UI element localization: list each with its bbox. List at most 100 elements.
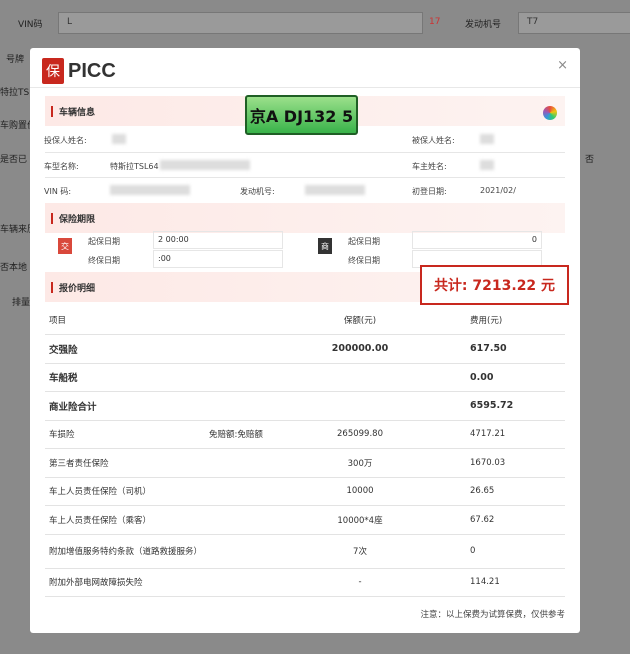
cell-item: 商业险合计 <box>45 391 205 421</box>
cell-item: 车船税 <box>45 363 205 392</box>
commercial-tag: 商 <box>318 238 332 254</box>
section-title: 报价明细 <box>59 283 96 294</box>
redacted <box>110 185 190 195</box>
picc-logo: 保 PICC <box>42 58 116 84</box>
cell-fee: 114.21 <box>425 568 565 597</box>
redacted <box>160 160 250 170</box>
cell-amount: 7次 <box>295 534 425 569</box>
cell-amount: 265099.80 <box>295 420 425 449</box>
cell-item: 车上人员责任保险（司机） <box>45 477 205 506</box>
redacted <box>480 134 494 144</box>
cell-note <box>205 505 295 535</box>
close-icon[interactable]: × <box>557 58 568 73</box>
engine-value: T7 <box>527 17 539 27</box>
cell-amount: 300万 <box>295 448 425 478</box>
model-value: 特斯拉TSL64 <box>110 162 159 171</box>
end-date-label: 终保日期 <box>88 256 120 265</box>
picc-logo-text: PICC <box>68 59 116 82</box>
cell-item: 车上人员责任保险（乘客） <box>45 505 205 535</box>
redacted <box>480 160 494 170</box>
engine-label: 发动机号 <box>465 20 502 30</box>
cell-fee: 4717.21 <box>425 420 565 449</box>
cell-fee: 0 <box>425 534 565 569</box>
redacted <box>305 185 365 195</box>
start-date-label: 起保日期 <box>88 237 120 246</box>
table-row: 附加增值服务特约条款（道路救援服务） 7次 0 <box>45 534 565 569</box>
cell-fee: 26.65 <box>425 477 565 506</box>
bg-label: 号牌 <box>6 55 25 65</box>
cell-amount <box>295 363 425 392</box>
jiao-start-date[interactable]: 2 00:00 <box>153 231 283 249</box>
table-row: 车上人员责任保险（司机） 10000 26.65 <box>45 477 565 506</box>
divider <box>45 177 565 178</box>
cell-note <box>205 334 295 364</box>
cell-amount: - <box>295 568 425 597</box>
compulsory-tag: 交 <box>58 238 72 254</box>
cell-item: 车损险 <box>45 420 205 449</box>
start-date-label: 起保日期 <box>348 237 380 246</box>
bg-value: 否 <box>585 155 595 165</box>
cell-item: 第三者责任保险 <box>45 448 205 478</box>
bg-label: 是否已 <box>0 155 28 165</box>
license-plate: 京A DJ132 5 <box>245 95 358 135</box>
bg-label: 排量 <box>12 298 31 308</box>
insured-label: 被保人姓名: <box>412 136 455 145</box>
table-row: 商业险合计 6595.72 <box>45 391 565 421</box>
vin-count: 17 <box>429 17 441 27</box>
cell-item: 交强险 <box>45 334 205 364</box>
jiao-end-date[interactable]: :00 <box>153 250 283 268</box>
header-note <box>205 306 295 335</box>
section-period: 保险期限 <box>45 203 565 233</box>
cell-fee: 67.62 <box>425 505 565 535</box>
table-row: 车上人员责任保险（乘客） 10000*4座 67.62 <box>45 505 565 535</box>
owner-label: 车主姓名: <box>412 162 447 171</box>
cell-item: 附加增值服务特约条款（道路救援服务） <box>45 534 205 569</box>
engine-label: 发动机号: <box>240 187 275 196</box>
header-amount: 保额(元) <box>295 306 425 335</box>
vin-label: VIN码 <box>18 20 43 30</box>
section-title: 保险期限 <box>59 214 96 225</box>
cell-note <box>205 534 295 569</box>
color-wheel-icon[interactable] <box>543 106 557 120</box>
end-date-label: 终保日期 <box>348 256 380 265</box>
table-row: 车损险 免赔额:免赔额 265099.80 4717.21 <box>45 420 565 449</box>
engine-input[interactable]: T7 <box>518 12 630 34</box>
table-row: 交强险 200000.00 617.50 <box>45 334 565 364</box>
reg-date-label: 初登日期: <box>412 187 447 196</box>
divider <box>45 152 565 153</box>
vin-value: L <box>67 17 73 27</box>
cell-fee: 0.00 <box>425 363 565 392</box>
cell-amount: 200000.00 <box>295 334 425 364</box>
table-row: 车船税 0.00 <box>45 363 565 392</box>
applicant-label: 投保人姓名: <box>44 136 87 145</box>
bg-label: 否本地 <box>0 263 28 273</box>
reg-date-value: 2021/02/ <box>480 186 516 195</box>
table-header: 项目 保额(元) 费用(元) <box>45 306 565 335</box>
cell-item: 附加外部电网故障损失险 <box>45 568 205 597</box>
cell-note <box>205 391 295 421</box>
vin-input[interactable]: L <box>58 12 423 34</box>
quote-table: 项目 保额(元) 费用(元) 交强险 200000.00 617.50 车船税 0.00… <box>45 306 565 597</box>
table-row: 第三者责任保险 300万 1670.03 <box>45 448 565 478</box>
cell-note <box>205 477 295 506</box>
cell-note <box>205 363 295 392</box>
disclaimer-note: 注意：以上保费为试算保费，仅供参考 <box>420 610 565 620</box>
picc-logo-mark: 保 <box>42 58 64 84</box>
cell-fee: 6595.72 <box>425 391 565 421</box>
section-title: 车辆信息 <box>59 107 96 118</box>
header-fee: 费用(元) <box>425 306 565 335</box>
cell-amount <box>295 391 425 421</box>
cell-fee: 617.50 <box>425 334 565 364</box>
model-label: 车型名称: <box>44 162 79 171</box>
vin-label: VIN 码: <box>44 187 72 196</box>
cell-amount: 10000*4座 <box>295 505 425 535</box>
redacted <box>112 134 126 144</box>
quote-modal: 保 PICC × 车辆信息 京A DJ132 5 投保人姓名: 被保人姓名: 车… <box>30 48 580 633</box>
divider <box>30 87 580 88</box>
cell-note <box>205 448 295 478</box>
shang-start-date[interactable]: 0 <box>412 231 542 249</box>
cell-note <box>205 568 295 597</box>
cell-amount: 10000 <box>295 477 425 506</box>
total-amount: 共计: 7213.22 元 <box>420 265 569 305</box>
table-row: 附加外部电网故障损失险 -114.21 <box>45 568 565 597</box>
